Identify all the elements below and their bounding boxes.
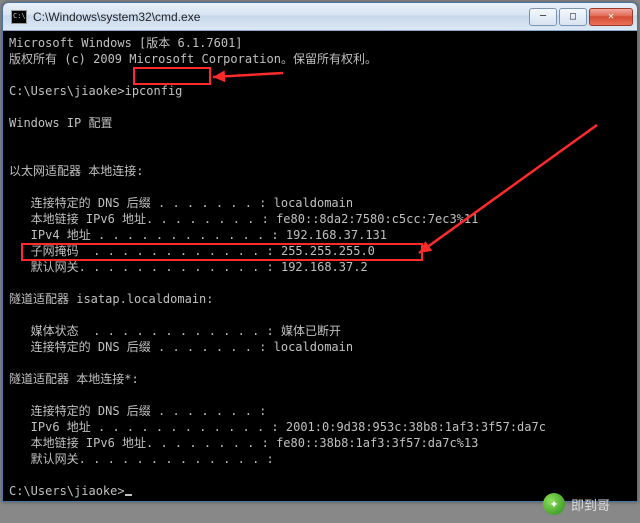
row-value: 2001:0:9d38:953c:38b8:1af3:3f57:da7c: [279, 420, 546, 434]
row-value: fe80::38b8:1af3:3f57:da7c%13: [269, 436, 479, 450]
copyright-line: 版权所有 (c) 2009 Microsoft Corporation。保留所有…: [9, 52, 377, 66]
adapter3-title: 隧道适配器 本地连接*:: [9, 372, 139, 386]
close-button[interactable]: ✕: [589, 8, 633, 26]
terminal-output[interactable]: Microsoft Windows [版本 6.1.7601] 版权所有 (c)…: [3, 31, 637, 501]
window-controls: ─ □ ✕: [529, 8, 633, 26]
row-label: 默认网关. . . . . . . . . . . . . :: [9, 452, 274, 466]
row-label: 连接特定的 DNS 后缀 . . . . . . . :: [9, 340, 266, 354]
row-label: IPv4 地址 . . . . . . . . . . . . :: [9, 228, 279, 242]
version-line: Microsoft Windows [版本 6.1.7601]: [9, 36, 243, 50]
watermark-text: 即到哥: [571, 495, 610, 514]
cmd-window: C:\Windows\system32\cmd.exe ─ □ ✕ Micros…: [2, 2, 638, 502]
watermark: ✦ 即到哥: [543, 493, 610, 515]
minimize-button[interactable]: ─: [529, 8, 557, 26]
row-label: 媒体状态 . . . . . . . . . . . . :: [9, 324, 274, 338]
annotation-box-command: [133, 67, 211, 85]
titlebar[interactable]: C:\Windows\system32\cmd.exe ─ □ ✕: [3, 3, 637, 31]
row-label: 本地链接 IPv6 地址. . . . . . . . :: [9, 212, 269, 226]
row-value-ipv4: 192.168.37.131: [279, 228, 387, 242]
row-label: 连接特定的 DNS 后缀 . . . . . . . :: [9, 404, 266, 418]
wechat-icon: ✦: [543, 493, 565, 515]
heading-ipconfig: Windows IP 配置: [9, 116, 112, 130]
maximize-button[interactable]: □: [559, 8, 587, 26]
row-label: 默认网关. . . . . . . . . . . . . :: [9, 260, 274, 274]
cmd-icon: [11, 10, 27, 24]
command-ipconfig: ipconfig: [125, 84, 183, 98]
row-label: IPv6 地址 . . . . . . . . . . . . :: [9, 420, 279, 434]
row-label: 本地链接 IPv6 地址. . . . . . . . :: [9, 436, 269, 450]
row-value: fe80::8da2:7580:c5cc:7ec3%11: [269, 212, 479, 226]
row-value: localdomain: [266, 340, 353, 354]
row-label: 连接特定的 DNS 后缀 . . . . . . . :: [9, 196, 266, 210]
row-value: 255.255.255.0: [274, 244, 375, 258]
adapter1-title: 以太网适配器 本地连接:: [9, 164, 143, 178]
row-label: 子网掩码 . . . . . . . . . . . . :: [9, 244, 274, 258]
row-value: 192.168.37.2: [274, 260, 368, 274]
adapter2-title: 隧道适配器 isatap.localdomain:: [9, 292, 214, 306]
prompt-path: C:\Users\jiaoke>: [9, 84, 125, 98]
row-value: 媒体已断开: [274, 324, 341, 338]
window-title: C:\Windows\system32\cmd.exe: [33, 10, 529, 24]
row-value: localdomain: [266, 196, 353, 210]
prompt-path: C:\Users\jiaoke>: [9, 484, 125, 498]
cursor: [125, 494, 132, 496]
